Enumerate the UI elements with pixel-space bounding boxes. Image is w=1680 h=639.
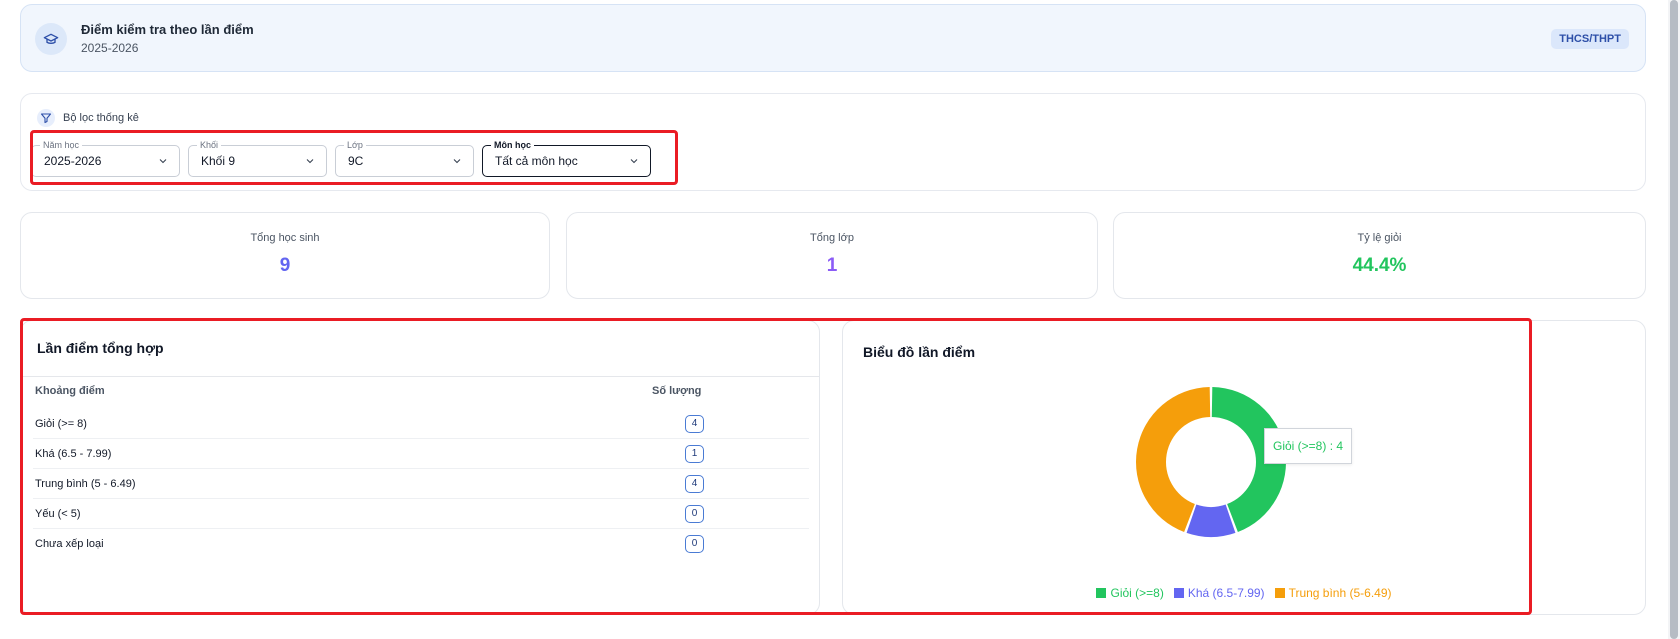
legend-swatch (1096, 588, 1107, 598)
count-badge: 0 (685, 505, 704, 523)
column-header-count: Số lượng (652, 385, 702, 397)
subject-select[interactable]: Môn học Tất cả môn học (482, 139, 651, 177)
stat-value: 9 (279, 255, 291, 276)
graduation-cap-icon (35, 23, 67, 55)
table-row: Yếu (< 5) 0 (33, 499, 809, 529)
subject-label: Môn học (491, 139, 534, 151)
stat-card-classes: Tổng lớp 1 (566, 212, 1098, 299)
legend-swatch (1274, 588, 1285, 598)
school-year-label: Năm học (40, 139, 83, 151)
chevron-down-icon (630, 159, 638, 164)
row-range: Chưa xếp loại (35, 538, 104, 550)
divider (21, 376, 819, 377)
filter-panel: Bộ lọc thống kê Năm học 2025-2026 Khối K… (20, 93, 1646, 191)
count-badge: 1 (685, 445, 704, 463)
grade-label: Khối (197, 139, 222, 151)
page-subtitle: 2025-2026 (81, 41, 139, 55)
legend-swatch (1173, 588, 1184, 598)
scrollbar[interactable] (1668, 0, 1680, 639)
row-range: Khá (6.5 - 7.99) (35, 448, 112, 460)
chart-card: Biểu đồ lần điểm Giỏi (>=8) : 4 Giỏi (>=… (842, 320, 1646, 615)
count-badge: 4 (685, 475, 704, 493)
class-value: 9C (348, 154, 364, 168)
legend-item[interactable]: Giỏi (>=8) (1096, 586, 1164, 600)
stat-value: 44.4% (1352, 255, 1407, 276)
chart-legend: Giỏi (>=8) Khá (6.5-7.99) Trung bình (5-6.… (843, 586, 1645, 600)
stat-label: Tổng lớp (810, 232, 854, 244)
filter-icon (37, 109, 55, 127)
filter-header: Bộ lọc thống kê (37, 109, 139, 127)
filter-title: Bộ lọc thống kê (63, 112, 139, 124)
legend-label: Khá (6.5-7.99) (1187, 586, 1265, 600)
donut-slice[interactable] (1186, 504, 1236, 537)
page-title: Điểm kiểm tra theo lần điểm (81, 22, 254, 37)
grade-select[interactable]: Khối Khối 9 (188, 139, 327, 177)
donut-chart[interactable] (843, 321, 1647, 616)
table-row: Giỏi (>= 8) 4 (33, 409, 809, 439)
school-year-value: 2025-2026 (44, 154, 102, 168)
stat-label: Tổng học sinh (250, 232, 320, 244)
legend-label: Giỏi (>=8) (1110, 586, 1164, 600)
chevron-down-icon (159, 159, 167, 164)
legend-item[interactable]: Khá (6.5-7.99) (1173, 586, 1265, 600)
stat-value: 1 (826, 255, 838, 276)
chevron-down-icon (453, 159, 461, 164)
column-header-range: Khoảng điểm (35, 385, 105, 397)
count-badge: 4 (685, 415, 704, 433)
table-row: Khá (6.5 - 7.99) 1 (33, 439, 809, 469)
legend-label: Trung bình (5-6.49) (1288, 586, 1392, 600)
table-row: Chưa xếp loại 0 (33, 529, 809, 559)
school-level-badge: THCS/THPT (1551, 29, 1629, 49)
chevron-down-icon (306, 159, 314, 164)
legend-item[interactable]: Trung bình (5-6.49) (1274, 586, 1392, 600)
table-title: Lần điểm tổng hợp (37, 340, 164, 356)
stat-card-students: Tổng học sinh 9 (20, 212, 550, 299)
count-badge: 0 (685, 535, 704, 553)
school-year-select[interactable]: Năm học 2025-2026 (31, 139, 180, 177)
class-label: Lớp (344, 139, 366, 151)
grade-value: Khối 9 (201, 154, 236, 168)
summary-table-card: Lần điểm tổng hợp Khoảng điểm Số lượng G… (20, 320, 820, 615)
class-select[interactable]: Lớp 9C (335, 139, 474, 177)
scrollbar-thumb[interactable] (1670, 0, 1678, 639)
subject-value: Tất cả môn học (495, 154, 578, 168)
stat-card-excellent-rate: Tỷ lệ giỏi 44.4% (1113, 212, 1646, 299)
chart-tooltip: Giỏi (>=8) : 4 (1264, 428, 1353, 464)
report-header: Điểm kiểm tra theo lần điểm 2025-2026 TH… (20, 4, 1646, 72)
table-row: Trung bình (5 - 6.49) 4 (33, 469, 809, 499)
row-range: Yếu (< 5) (35, 508, 81, 520)
row-range: Giỏi (>= 8) (35, 418, 87, 430)
stat-label: Tỷ lệ giỏi (1357, 232, 1402, 244)
row-range: Trung bình (5 - 6.49) (35, 478, 136, 490)
